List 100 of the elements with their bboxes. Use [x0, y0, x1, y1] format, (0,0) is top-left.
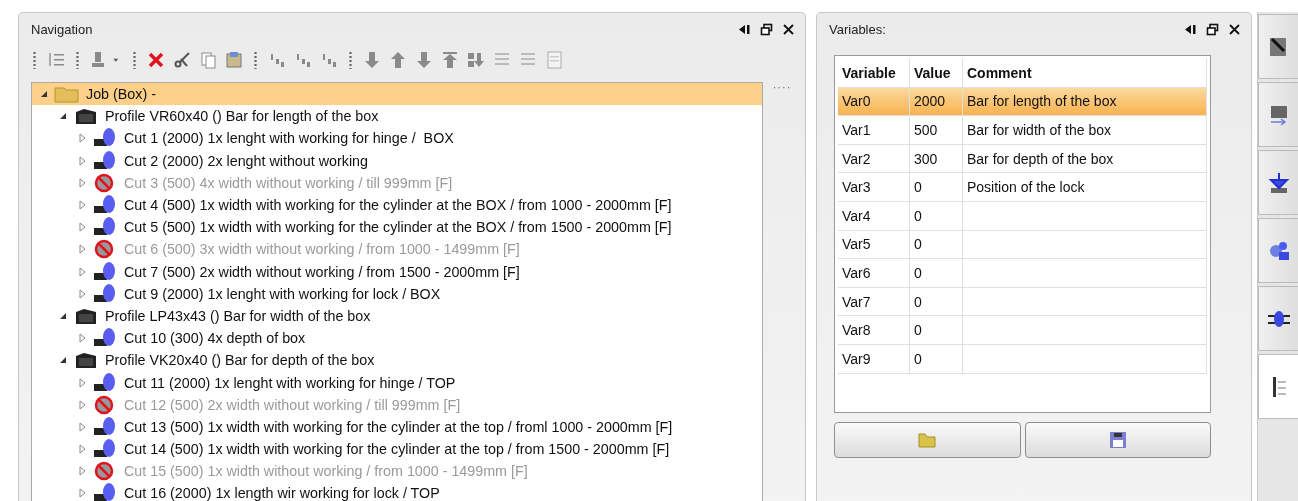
collapsed-icon[interactable]: [76, 487, 88, 500]
tree-label: Profile VK20x40 () Bar for depth of the box: [105, 352, 375, 369]
collapsed-icon[interactable]: [76, 132, 88, 145]
table-cell: Var6: [838, 259, 910, 287]
table-cell: Position of the lock: [963, 173, 1207, 201]
table-cell: Var7: [838, 287, 910, 316]
tree-row[interactable]: Cut 10 (300) 4x depth of box: [32, 327, 762, 350]
tree-row[interactable]: Cut 11 (2000) 1x lenght with working for hinge / TOP: [32, 371, 762, 394]
tree-row[interactable]: Cut 2 (2000) 2x lenght without working: [32, 149, 762, 172]
tree-row[interactable]: Cut 4 (500) 1x width with working for the cylinder at the BOX / from 1000 - 2000mm [F]: [32, 193, 762, 217]
table-cell: 0: [910, 316, 963, 344]
tree-label: Cut 16 (2000) 1x length wir working for lock / TOP: [124, 485, 440, 501]
table-row[interactable]: Var0 2000 Bar for length of the box: [838, 87, 1207, 117]
scissors-icon[interactable]: [172, 50, 192, 70]
tree-label: Cut 3 (500) 4x width without working / till 999mm [F]: [124, 174, 453, 191]
side-tab[interactable]: [1258, 286, 1298, 351]
table-cell: Var4: [838, 201, 910, 230]
table-cell: 2000: [910, 87, 963, 116]
save-button[interactable]: [1024, 422, 1211, 458]
sort-icon[interactable]: [466, 50, 486, 70]
table-row[interactable]: Var5 0: [838, 230, 1207, 260]
tree-row[interactable]: Cut 13 (500) 1x width with working for the cylinder at the top / froml 1000 - 2000mm [F]: [32, 415, 762, 438]
tree-row[interactable]: Cut 7 (500) 2x width without working / from 1500 - 2000mm [F]: [32, 260, 762, 283]
tree-label: Cut 14 (500) 1x width with working for the cylinder at the top / from 1500 - 2000mm [F]: [124, 441, 670, 458]
table-row[interactable]: Var4 0: [838, 201, 1207, 231]
table-cell: Var5: [838, 230, 910, 259]
copy-icon[interactable]: [198, 50, 218, 70]
tree-label: Cut 10 (300) 4x depth of box: [124, 330, 306, 347]
paste-icon[interactable]: [224, 50, 244, 70]
table-row[interactable]: Var7 0: [838, 287, 1207, 317]
tree-label: Cut 5 (500) 1x width with working for the cylinder at the BOX / from 1500 - 2000mm [F]: [124, 219, 672, 236]
side-tab[interactable]: [1258, 354, 1298, 419]
collapsed-icon[interactable]: [76, 287, 88, 300]
move-top-icon[interactable]: [440, 50, 460, 70]
tree-row[interactable]: Cut 1 (2000) 1x lenght with working for hinge / BOX: [32, 127, 762, 150]
open-button[interactable]: [834, 422, 1021, 458]
table-cell: Var3: [838, 173, 910, 201]
table-cell: 0: [910, 201, 963, 230]
table-cell: 0: [910, 230, 963, 259]
collapsed-icon[interactable]: [76, 265, 88, 278]
close-icon[interactable]: [1228, 22, 1241, 36]
profile-icon: [73, 350, 99, 371]
tree-label: Cut 13 (500) 1x width with working for the cylinder at the top / froml 1000 - 2000mm [F]: [124, 418, 673, 435]
table-cell: 300: [910, 144, 963, 173]
folder-icon: [54, 84, 80, 105]
tree-label: Cut 6 (500) 3x width without working / from 1000 - 1499mm [F]: [124, 241, 520, 258]
tree-label: Cut 11 (2000) 1x lenght with working for hinge / TOP: [124, 374, 456, 391]
table-cell: 0: [910, 344, 963, 373]
table-cell: Bar for width of the box: [963, 116, 1207, 144]
collapsed-icon[interactable]: [76, 221, 88, 234]
table-cell: 500: [910, 116, 963, 144]
table-cell: Bar for length of the box: [963, 87, 1207, 116]
tree-label: Cut 1 (2000) 1x lenght with working for hinge / BOX: [124, 130, 454, 147]
table-cell: Var2: [838, 144, 910, 173]
column-header: Variable: [838, 59, 910, 87]
tree-label: Job (Box) -: [86, 86, 156, 103]
splitter-handle[interactable]: ····: [763, 82, 801, 501]
table-cell: Bar for depth of the box: [963, 144, 1207, 173]
tree-label: Cut 7 (500) 2x width without working / from 1500 - 2000mm [F]: [124, 263, 520, 280]
table-cell: Var0: [838, 87, 910, 116]
collapsed-icon[interactable]: [76, 332, 88, 345]
pin-icon[interactable]: [1184, 22, 1197, 36]
side-tab[interactable]: [1258, 14, 1298, 79]
table-row[interactable]: Var6 0: [838, 259, 1207, 288]
column-header: Value: [910, 59, 963, 87]
table-cell: 0: [910, 287, 963, 316]
collapsed-icon[interactable]: [76, 420, 88, 433]
panel-title: Navigation: [31, 21, 94, 37]
table-cell: Var8: [838, 316, 910, 344]
pin-icon[interactable]: [738, 22, 751, 36]
tree-label: Cut 2 (2000) 2x lenght without working: [124, 152, 368, 169]
collapsed-icon[interactable]: [76, 376, 88, 389]
delete-icon[interactable]: [146, 50, 166, 70]
tree-row[interactable]: Cut 9 (2000) 1x lenght with working for lock / BOX: [32, 282, 762, 305]
table-row[interactable]: Var8 0: [838, 316, 1207, 345]
collapsed-icon[interactable]: [76, 154, 88, 167]
collapsed-icon[interactable]: [76, 443, 88, 456]
profile-icon: [73, 106, 99, 127]
table-row[interactable]: Var3 0 Position of the lock: [838, 173, 1207, 202]
table-row[interactable]: Var1 500 Bar for width of the box: [838, 116, 1207, 145]
tree-row[interactable]: Job (Box) -: [32, 83, 762, 106]
close-icon[interactable]: [782, 22, 795, 36]
table-cell: Var9: [838, 344, 910, 373]
tree-label: Profile VR60x40 () Bar for length of the box: [105, 108, 379, 125]
table-row[interactable]: Var9 0: [838, 344, 1207, 374]
tree-row[interactable]: Cut 5 (500) 1x width with working for the cylinder at the BOX / from 1500 - 2000mm [F]: [32, 216, 762, 239]
table-row[interactable]: Var2 300 Bar for depth of the box: [838, 144, 1207, 174]
side-tab[interactable]: [1258, 218, 1298, 283]
tree-row[interactable]: Profile VK20x40 () Bar for depth of the box: [32, 349, 762, 372]
tree-row[interactable]: Profile VR60x40 () Bar for length of the box: [32, 105, 762, 128]
tree-row[interactable]: Profile LP43x43 () Bar for width of the box: [32, 304, 762, 328]
tree-row[interactable]: Cut 14 (500) 1x width with working for the cylinder at the top / from 1500 - 2000mm [F]: [32, 438, 762, 461]
table-cell: 0: [910, 173, 963, 201]
float-icon[interactable]: [1206, 22, 1219, 36]
tree-row[interactable]: Cut 16 (2000) 1x length wir working for lock / TOP: [32, 482, 762, 501]
collapsed-icon[interactable]: [76, 199, 88, 212]
side-tab[interactable]: [1258, 150, 1298, 215]
table-cell: Var1: [838, 116, 910, 144]
float-icon[interactable]: [760, 22, 773, 36]
tree-label: Cut 9 (2000) 1x lenght with working for lock / BOX: [124, 285, 441, 302]
